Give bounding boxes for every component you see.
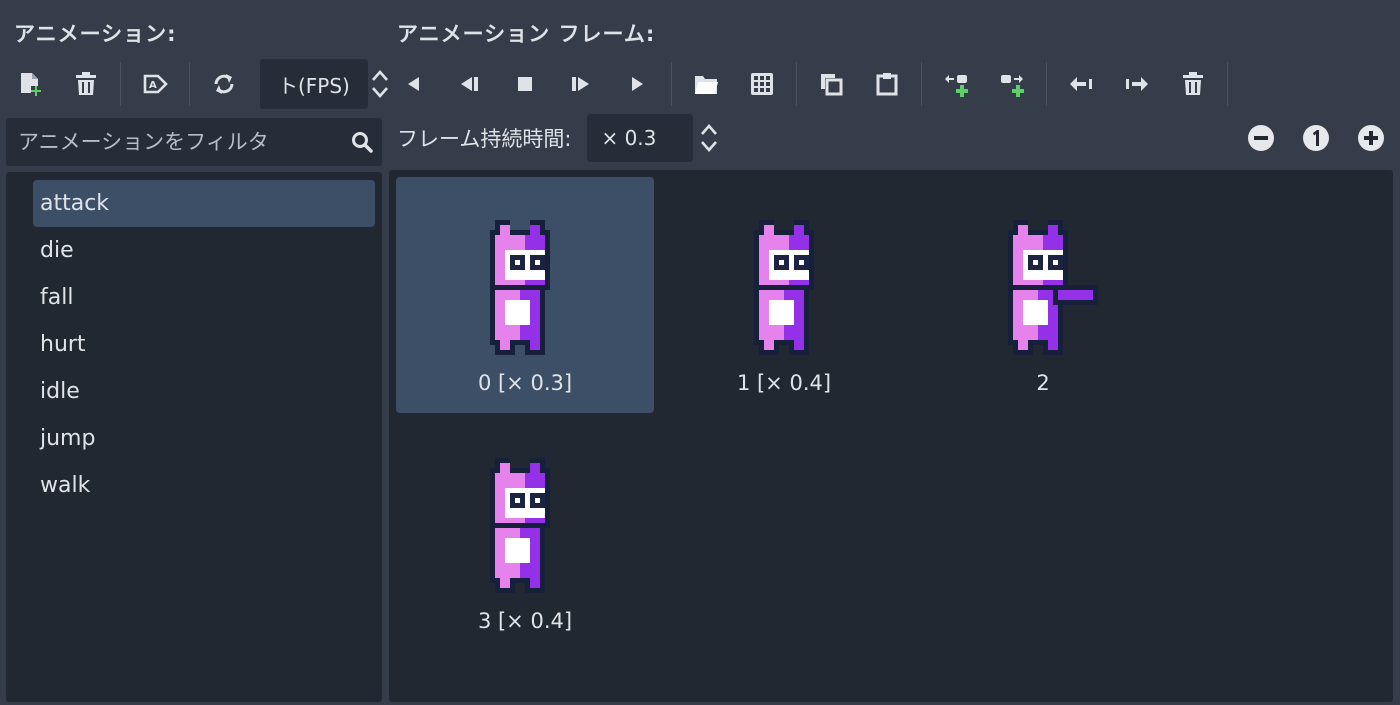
search-icon [352,132,373,153]
insert-after-icon [1001,75,1024,97]
animation-filter-input[interactable] [6,130,342,154]
character-sprite [490,458,550,593]
animations-header: アニメーション: [14,22,177,46]
animation-item-fall[interactable]: fall [33,274,375,321]
frame-toolbar [393,58,1234,110]
frame-duration-input[interactable]: × 0.3 [587,114,694,162]
zoom-in-icon [1358,125,1384,151]
step-backwards-icon [461,77,478,91]
frame-item[interactable]: 3 [× 0.4] [396,415,654,651]
delete-animation-button[interactable] [66,64,106,104]
zoom-controls [1228,112,1395,164]
frame-item[interactable]: 2 [914,177,1172,413]
animation-filter [6,118,382,166]
toolbar-separator [1227,62,1228,106]
new-animation-button[interactable] [10,64,50,104]
new-animation-icon [21,73,41,96]
zoom-out-button[interactable] [1239,116,1283,160]
character-sprite [1008,220,1098,355]
delete-animation-icon [76,72,96,95]
spritesheet-icon [751,73,773,95]
move-frame-left-button[interactable] [1061,64,1101,104]
frames-grid: 0 [× 0.3] 1 [× 0.4] 2 3 [× 0.4] [389,170,1393,702]
character-sprite [490,220,550,355]
zoom-in-button[interactable] [1349,116,1393,160]
copy-icon [821,74,843,96]
animation-item-idle[interactable]: idle [33,368,375,415]
step-backwards-button[interactable] [449,64,489,104]
zoom-reset-icon [1303,125,1329,151]
frame-item[interactable]: 0 [× 0.3] [396,177,654,413]
zoom-reset-button[interactable] [1294,116,1338,160]
insert-before-icon [945,75,968,97]
animation-item-jump[interactable]: jump [33,415,375,462]
frame-item[interactable]: 1 [× 0.4] [655,177,913,413]
spinner-arrows-icon [701,124,718,152]
autoplay-button[interactable]: A [135,64,175,104]
zoom-out-icon [1248,125,1274,151]
search-button[interactable] [342,122,382,162]
spritesheet-button[interactable] [742,64,782,104]
frame-label: 2 [1036,371,1050,395]
toolbar-separator [189,62,190,106]
animation-toolbar: A ト(FPS) [6,58,392,110]
frame-label: 0 [× 0.3] [477,371,573,395]
frames-header: アニメーション フレーム: [397,22,656,46]
play-icon [632,77,643,91]
character-sprite [754,220,814,355]
toolbar-separator [120,62,121,106]
insert-before-button[interactable] [936,64,976,104]
loop-icon [214,74,234,94]
toolbar-separator [671,62,672,106]
load-frames-button[interactable] [686,64,726,104]
frame-duration-spinner[interactable] [697,116,721,160]
move-frame-right-button[interactable] [1117,64,1157,104]
spinner-arrows-icon [372,70,388,98]
animation-list: attack die fall hurt idle jump walk [6,172,382,702]
loop-button[interactable] [204,64,244,104]
delete-frame-icon [1183,72,1203,95]
animation-item-die[interactable]: die [33,227,375,274]
load-frames-icon [695,76,718,94]
toolbar-separator [1046,62,1047,106]
play-button[interactable] [617,64,657,104]
paste-frame-button[interactable] [867,64,907,104]
autoplay-icon: A [143,74,168,94]
move-left-icon [1070,77,1092,91]
toolbar-separator [921,62,922,106]
animation-item-walk[interactable]: walk [33,462,375,509]
play-backwards-button[interactable] [393,64,433,104]
move-right-icon [1126,77,1148,91]
animation-item-hurt[interactable]: hurt [33,321,375,368]
play-backwards-icon [408,77,419,91]
step-forward-icon [572,77,589,91]
frame-label: 3 [× 0.4] [477,609,573,633]
stop-button[interactable] [505,64,545,104]
frame-label: 1 [× 0.4] [736,371,832,395]
animation-item-attack[interactable]: attack [33,180,375,227]
stop-icon [518,77,532,91]
insert-after-button[interactable] [992,64,1032,104]
fps-input[interactable]: ト(FPS) [260,59,368,109]
step-forward-button[interactable] [561,64,601,104]
frame-duration-row: フレーム持続時間: × 0.3 [390,112,1395,164]
toolbar-separator [796,62,797,106]
delete-frame-button[interactable] [1173,64,1213,104]
svg-text:A: A [149,80,157,91]
fps-spinner[interactable] [368,62,392,106]
copy-frame-button[interactable] [811,64,851,104]
paste-icon [876,73,898,96]
frame-duration-label: フレーム持続時間: [397,127,572,151]
